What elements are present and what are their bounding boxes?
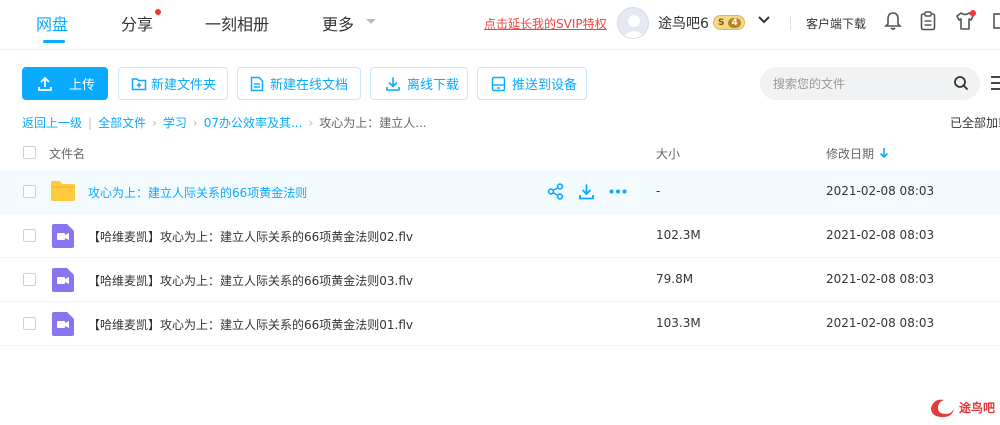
search-placeholder: 搜索您的文件 [773,77,846,91]
file-date: 2021-02-08 08:03 [826,316,935,330]
file-name[interactable]: 【哈维麦凯】攻心为上：建立人际关系的66项黄金法则03.flv [88,272,413,289]
offline-download-button[interactable]: 离线下载 [370,67,468,100]
table-row[interactable]: 【哈维麦凯】攻心为上：建立人际关系的66项黄金法则03.flv 79.8M 20… [0,258,1000,302]
watermark-text: 途鸟吧 [959,400,996,415]
breadcrumb-separator: › [308,115,314,130]
upload-button[interactable]: 上传 [22,67,108,100]
user-avatar[interactable] [617,7,649,39]
partial-icon[interactable] [993,11,1000,31]
clipboard-icon[interactable] [920,11,936,31]
bell-icon[interactable] [884,11,902,31]
nav-tab-more[interactable]: 更多 [322,11,354,35]
more-options-icon[interactable] [609,189,627,194]
username[interactable]: 途鸟吧6 [658,13,709,33]
video-file-icon [52,224,74,248]
file-size: 102.3M [656,228,701,242]
nav-tab-album[interactable]: 一刻相册 [205,11,269,35]
nav-tab-netdisk[interactable]: 网盘 [36,11,68,35]
select-all-checkbox[interactable] [23,146,36,159]
new-folder-button[interactable]: 新建文件夹 [118,67,228,100]
skin-notification-dot [970,10,976,16]
file-date: 2021-02-08 08:03 [826,272,935,286]
offline-download-label: 离线下载 [407,78,460,93]
table-row[interactable]: 【哈维麦凯】攻心为上：建立人际关系的66项黄金法则02.flv 102.3M 2… [0,214,1000,258]
nav-tab-share[interactable]: 分享 [121,11,153,35]
breadcrumb-separator: | [88,115,93,130]
breadcrumb-separator: › [152,115,157,130]
client-download-link[interactable]: 客户端下载 [806,15,866,32]
breadcrumb-back[interactable]: 返回上一级 [22,114,82,131]
folder-icon [51,181,75,201]
file-name[interactable]: 【哈维麦凯】攻心为上：建立人际关系的66项黄金法则02.flv [88,228,413,245]
download-icon [386,77,400,91]
file-size: 79.8M [656,272,694,286]
row-checkbox[interactable] [23,185,36,198]
breadcrumb-office[interactable]: 07办公效率及其... [204,114,303,131]
breadcrumb-current: 攻心为上：建立人... [319,116,427,130]
breadcrumb-all-files[interactable]: 全部文件 [98,114,146,131]
more-dropdown-icon[interactable] [365,18,377,26]
share-icon[interactable] [547,183,564,200]
document-icon [250,76,264,91]
sort-desc-icon[interactable] [879,147,889,159]
breadcrumb-separator: › [192,115,198,130]
header-filename[interactable]: 文件名 [49,145,85,162]
push-to-device-label: 推送到设备 [512,78,578,93]
row-checkbox[interactable] [23,273,36,286]
user-menu-chevron-icon[interactable] [758,15,770,25]
new-folder-label: 新建文件夹 [151,78,217,93]
file-date: 2021-02-08 08:03 [826,228,935,242]
new-online-doc-label: 新建在线文档 [270,78,349,93]
file-name[interactable]: 【哈维麦凯】攻心为上：建立人际关系的66项黄金法则01.flv [88,316,413,333]
breadcrumb-study[interactable]: 学习 [163,114,187,131]
file-date: 2021-02-08 08:03 [826,184,935,198]
device-icon [491,76,506,91]
upload-icon [38,76,52,91]
download-icon[interactable] [578,183,595,200]
new-online-doc-button[interactable]: 新建在线文档 [237,67,361,100]
upload-label: 上传 [69,78,96,93]
vip-badge-letter: S [718,17,725,28]
header-size[interactable]: 大小 [656,145,680,162]
table-row[interactable]: 攻心为上：建立人际关系的66项黄金法则 - 2021-02-08 08:03 [0,170,1000,214]
breadcrumb: 返回上一级 | 全部文件 › 学习 › 07办公效率及其... › 攻心为上：建… [22,114,427,131]
video-file-icon [52,268,74,292]
header-modified[interactable]: 修改日期 [826,145,874,162]
watermark-logo: 途鸟吧 [928,396,995,418]
file-name[interactable]: 攻心为上：建立人际关系的66项黄金法则 [88,184,307,201]
svip-renew-link[interactable]: 点击延长我的SVIP特权 [484,15,607,32]
table-row[interactable]: 【哈维麦凯】攻心为上：建立人际关系的66项黄金法则01.flv 103.3M 2… [0,302,1000,346]
vip-level-badge: S 4 [713,15,745,30]
share-notification-dot [155,9,161,15]
top-nav-bar: 网盘 分享 一刻相册 更多 点击延长我的SVIP特权 途鸟吧6 S 4 客户端下… [0,0,1000,50]
new-folder-icon [131,77,147,90]
file-table-header: 文件名 大小 修改日期 [0,134,1000,170]
nav-divider [790,16,791,30]
push-to-device-button[interactable]: 推送到设备 [477,67,587,100]
list-view-icon[interactable] [990,74,1000,92]
nav-active-underline [43,40,65,43]
loaded-status: 已全部加载 [950,116,1000,130]
watermark-bird-icon [931,399,954,417]
row-checkbox[interactable] [23,229,36,242]
video-file-icon [52,312,74,336]
file-size: - [656,184,661,198]
row-checkbox[interactable] [23,317,36,330]
vip-level-number: 4 [728,17,741,28]
search-icon[interactable] [953,75,969,91]
file-size: 103.3M [656,316,701,330]
